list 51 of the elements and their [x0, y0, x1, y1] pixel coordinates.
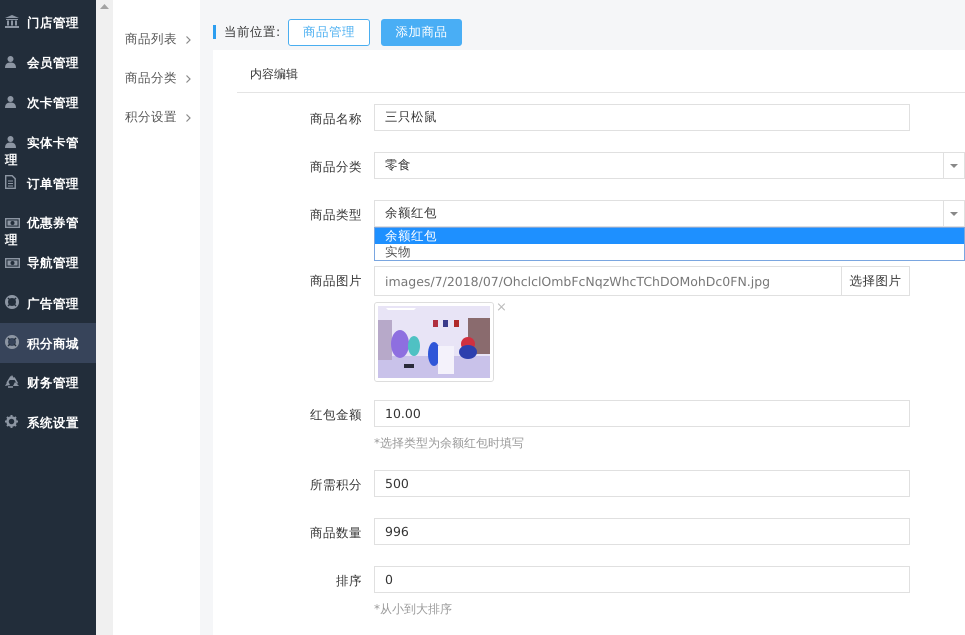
panel-title: 内容编辑 — [237, 50, 965, 93]
lifebuoy-icon — [5, 335, 19, 349]
submenu-link[interactable]: 商品列表 — [125, 31, 177, 48]
select-field[interactable]: 余额红包 — [374, 200, 965, 227]
sidebar-item[interactable]: 积分商城 — [0, 323, 96, 363]
scroll-up-arrow-icon[interactable] — [100, 4, 109, 9]
field-hint: *从小到大排序 — [374, 601, 453, 618]
submenu-link[interactable]: 积分设置 — [125, 109, 177, 126]
field-label: 商品图片 — [309, 272, 362, 290]
field-label: 商品分类 — [309, 158, 362, 176]
chevron-right-icon — [186, 114, 191, 122]
input-field[interactable]: 三只松鼠 — [374, 104, 910, 131]
settings-icon — [5, 415, 18, 428]
user-icon — [5, 136, 16, 148]
select-field[interactable]: 零食 — [374, 152, 965, 179]
choose-image-button[interactable]: 选择图片 — [842, 266, 910, 296]
sidebar-item[interactable]: 优惠券管理 — [0, 203, 96, 243]
sidebar-item[interactable]: 财务管理 — [0, 363, 96, 403]
dropdown-arrow-icon — [950, 212, 958, 216]
user-icon — [5, 56, 16, 68]
sidebar-item[interactable]: 次卡管理 — [0, 83, 96, 123]
lifebuoy-icon — [5, 295, 19, 309]
input-field[interactable]: 10.00 — [374, 400, 910, 427]
banknote-icon — [5, 218, 20, 228]
sidebar-item[interactable]: 实体卡管理 — [0, 123, 96, 163]
field-label: 商品数量 — [309, 524, 362, 542]
chevron-right-icon — [186, 74, 191, 82]
image-path-field[interactable]: images/7/2018/07/OhclclOmbFcNqzWhcTChDOMohDc0FN.jpg — [374, 266, 842, 296]
field-label: 所需积分 — [309, 476, 362, 494]
input-field[interactable]: 0 — [374, 566, 910, 593]
banknote-icon — [5, 258, 20, 268]
field-label: 排序 — [335, 572, 362, 590]
field-label: 商品类型 — [309, 206, 362, 224]
submenu-link[interactable]: 商品分类 — [125, 70, 177, 87]
bank-icon — [5, 15, 19, 28]
field-label: 红包金额 — [309, 406, 362, 424]
field-label: 商品名称 — [309, 110, 362, 128]
sidebar-item[interactable]: 门店管理 — [0, 3, 96, 43]
dropdown-option[interactable]: 实物 — [375, 244, 964, 260]
user-icon — [5, 96, 16, 108]
input-field[interactable]: 500 — [374, 470, 910, 497]
document-icon — [5, 175, 16, 189]
breadcrumb-label: 当前位置: — [213, 25, 280, 39]
field-hint: *选择类型为余额红包时填写 — [374, 435, 525, 452]
sidebar-item[interactable]: 会员管理 — [0, 43, 96, 83]
input-field[interactable]: 996 — [374, 518, 910, 545]
dropdown-arrow-icon — [950, 164, 958, 168]
chevron-right-icon — [186, 36, 191, 44]
recycle-icon — [5, 375, 19, 388]
sidebar-item[interactable]: 广告管理 — [0, 283, 96, 323]
sidebar-item[interactable]: 系统设置 — [0, 403, 96, 443]
